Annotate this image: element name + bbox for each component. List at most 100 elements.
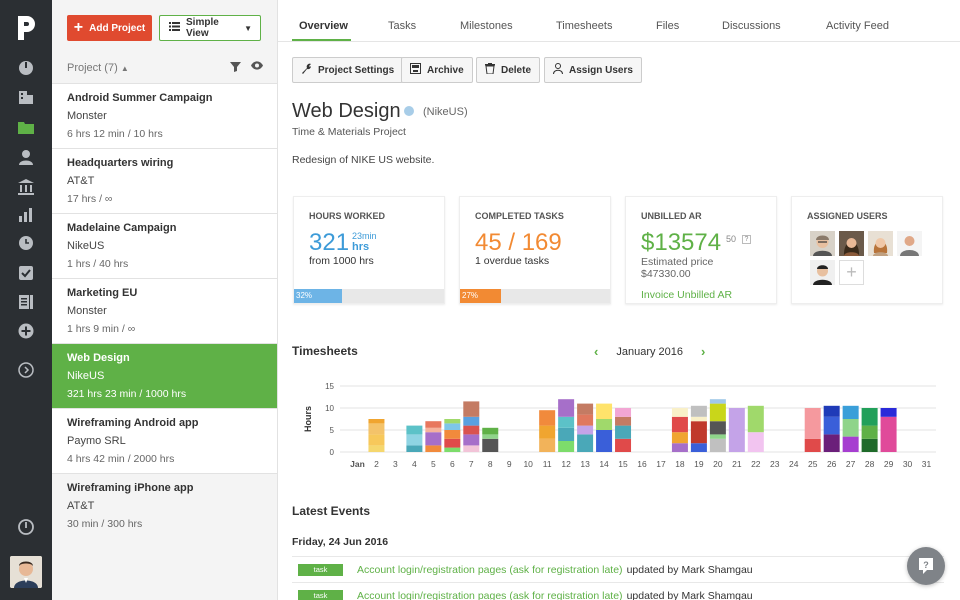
assign-users-button[interactable]: Assign Users — [544, 57, 642, 83]
project-client: NikeUS — [67, 370, 105, 382]
project-list-item[interactable]: Android Summer Campaign Monster 6 hrs 12 m… — [52, 83, 277, 148]
dashboard-icon[interactable] — [16, 57, 36, 77]
hours-budget: from 1000 hrs — [309, 255, 374, 267]
view-select-label: Simple View — [186, 17, 219, 39]
bar-segment — [861, 425, 878, 439]
delete-label: Delete — [501, 64, 532, 76]
bar-segment — [690, 416, 707, 422]
user-icon[interactable] — [16, 147, 36, 167]
add-project-button[interactable]: + Add Project — [67, 15, 152, 41]
project-list-item[interactable]: Wireframing iPhone app AT&T 30 min / 300 h… — [52, 473, 277, 538]
delete-button[interactable]: Delete — [476, 57, 541, 83]
estimated-price-label: Estimated price — [641, 256, 714, 268]
user-avatar[interactable] — [810, 260, 835, 285]
hours-unit: hrs — [352, 241, 370, 253]
project-name: Marketing EU — [67, 287, 138, 299]
x-tick-label: 23 — [770, 459, 780, 469]
reports-icon[interactable] — [16, 205, 36, 225]
view-select[interactable]: Simple View ▼ — [159, 15, 261, 41]
event-link[interactable]: Account login/registration pages (ask fo… — [357, 590, 623, 600]
project-client: NikeUS — [67, 240, 105, 252]
x-tick-label: 18 — [675, 459, 685, 469]
add-icon[interactable] — [16, 321, 36, 341]
eye-icon[interactable] — [251, 61, 263, 75]
user-avatar[interactable] — [839, 231, 864, 256]
project-name: Wireframing Android app — [67, 417, 199, 429]
prev-month-button[interactable]: ‹ — [594, 344, 598, 359]
bank-icon[interactable] — [16, 177, 36, 197]
hours-progress-label: 32% — [296, 291, 313, 300]
x-tick-label: 9 — [507, 459, 512, 469]
add-user-button[interactable]: + — [839, 260, 864, 285]
x-tick-label: 3 — [393, 459, 398, 469]
help-icon[interactable]: ? — [742, 235, 751, 244]
invoice-icon[interactable] — [16, 292, 36, 312]
projects-icon[interactable] — [16, 117, 36, 137]
bar-segment — [615, 425, 632, 439]
x-tick-label: Jan — [350, 459, 365, 469]
project-list-item[interactable]: Marketing EU Monster 1 hrs 9 min / ∞ — [52, 278, 277, 343]
help-chat-button[interactable]: ? — [907, 547, 945, 585]
x-tick-label: 12 — [561, 459, 571, 469]
user-avatar[interactable] — [10, 556, 42, 588]
archive-button[interactable]: Archive — [401, 57, 473, 83]
event-link[interactable]: Account login/registration pages (ask fo… — [357, 564, 623, 576]
clients-icon[interactable] — [16, 87, 36, 107]
icon-rail — [0, 0, 52, 600]
bar-segment — [482, 427, 499, 435]
filter-icon[interactable] — [230, 61, 241, 75]
project-list-item[interactable]: Web Design NikeUS 321 hrs 23 min / 1000 hr… — [52, 343, 277, 408]
paymo-logo-icon[interactable] — [14, 14, 38, 42]
power-icon[interactable] — [16, 517, 36, 537]
bar-segment — [596, 403, 613, 419]
bar-segment — [444, 430, 461, 439]
clock-icon[interactable] — [16, 233, 36, 253]
project-settings-button[interactable]: Project Settings — [292, 57, 404, 83]
bar-segment — [842, 419, 859, 437]
bar-segment — [425, 445, 442, 452]
project-count-label: Project (7) — [67, 62, 118, 74]
user-avatar[interactable] — [897, 231, 922, 256]
user-avatar[interactable] — [810, 231, 835, 256]
tab-files[interactable]: Files — [656, 20, 679, 32]
bar-segment — [709, 403, 726, 422]
bar-segment — [368, 445, 385, 452]
checkbox-icon[interactable] — [16, 263, 36, 283]
user-avatar[interactable] — [868, 231, 893, 256]
project-client[interactable]: (NikeUS) — [423, 106, 468, 118]
project-name: Web Design — [67, 352, 130, 364]
bar-segment — [539, 438, 556, 452]
tab-tasks[interactable]: Tasks — [388, 20, 416, 32]
tasks-progress-fill: 27% — [460, 289, 501, 303]
bar-segment — [823, 416, 840, 435]
x-tick-label: 24 — [789, 459, 799, 469]
tab-timesheets[interactable]: Timesheets — [556, 20, 612, 32]
bar-segment — [615, 416, 632, 426]
completed-tasks-card: COMPLETED TASKS 45 / 169 1 overdue tasks… — [459, 196, 611, 304]
project-client: Monster — [67, 305, 107, 317]
assigned-users-card: ASSIGNED USERS + — [791, 196, 943, 304]
x-tick-label: 21 — [732, 459, 742, 469]
project-list-item[interactable]: Headquarters wiring AT&T 17 hrs / ∞ — [52, 148, 277, 213]
project-sort-toggle[interactable]: Project (7) ▲ — [67, 62, 129, 74]
project-list-item[interactable]: Madelaine Campaign NikeUS 1 hrs / 40 hrs — [52, 213, 277, 278]
bar-segment — [406, 434, 423, 446]
bar-segment — [804, 438, 821, 452]
expand-icon[interactable] — [16, 360, 36, 380]
project-title: Web Design — [292, 100, 401, 122]
tab-discussions[interactable]: Discussions — [722, 20, 781, 32]
tab-activity-feed[interactable]: Activity Feed — [826, 20, 889, 32]
y-axis-label: Hours — [303, 406, 313, 432]
plus-icon: + — [73, 19, 84, 36]
current-month: January 2016 — [616, 345, 684, 358]
project-list-item[interactable]: Wireframing Android app Paymo SRL 4 hrs 42… — [52, 408, 277, 473]
project-settings-label: Project Settings — [318, 64, 395, 76]
invoice-unbilled-link[interactable]: Invoice Unbilled AR — [641, 289, 732, 301]
tasks-progress-bar: 27% — [460, 289, 610, 303]
archive-label: Archive — [427, 64, 464, 76]
tab-milestones[interactable]: Milestones — [460, 20, 513, 32]
chevron-down-icon: ▼ — [244, 23, 252, 33]
tab-overview[interactable]: Overview — [299, 20, 348, 32]
unbilled-ar-label: UNBILLED AR — [641, 211, 702, 221]
next-month-button[interactable]: › — [701, 344, 705, 359]
